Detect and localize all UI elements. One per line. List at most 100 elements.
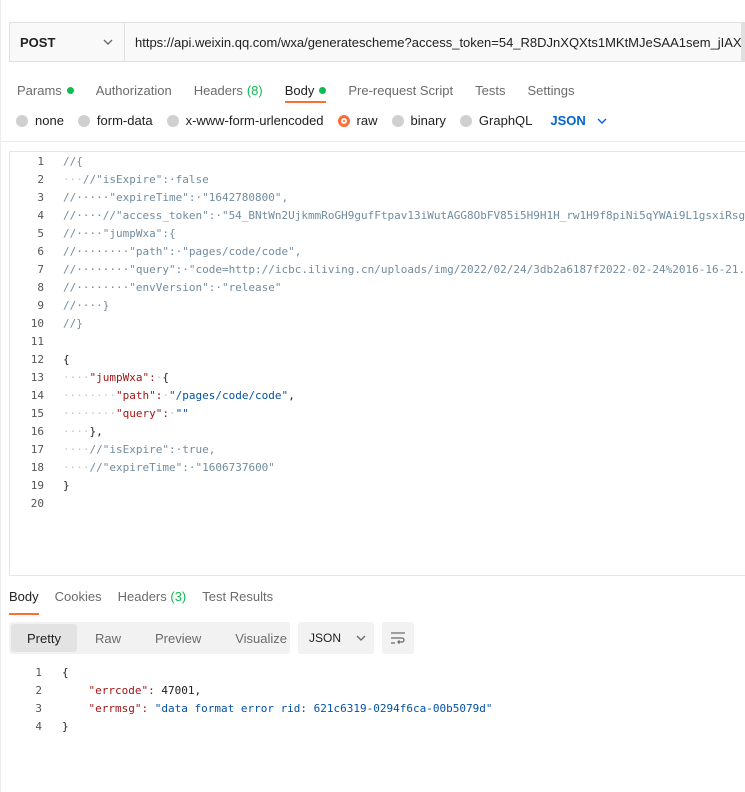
tab-authorization[interactable]: Authorization bbox=[96, 78, 172, 102]
view-visualize-button[interactable]: Visualize bbox=[219, 624, 303, 652]
method-label: POST bbox=[20, 34, 56, 50]
radio-circle bbox=[166, 114, 179, 127]
radio-label: GraphQL bbox=[478, 113, 533, 128]
line-text: ···//"isExpire":·false bbox=[63, 173, 209, 186]
line-number: 12 bbox=[30, 353, 44, 366]
radio-form-data[interactable]: form-data bbox=[77, 113, 153, 128]
tab-params[interactable]: Params bbox=[17, 78, 74, 102]
code-line[interactable]: 11 bbox=[10, 333, 745, 351]
tab-tests[interactable]: Tests bbox=[475, 78, 505, 102]
view-raw-button[interactable]: Raw bbox=[79, 624, 137, 652]
radio-raw[interactable]: raw bbox=[337, 113, 378, 128]
line-number: 4 bbox=[35, 720, 42, 733]
tab-label: Headers bbox=[193, 82, 243, 98]
code-line[interactable]: 7 //········"query":·"code=http://icbc.il… bbox=[10, 261, 745, 279]
chevron-down-icon bbox=[597, 118, 607, 124]
chevron-down-icon bbox=[103, 39, 113, 45]
code-line[interactable]: 4 //····//"access_token":·"54_BNtWn2Ujkmm… bbox=[10, 207, 745, 225]
response-format-dropdown[interactable]: JSON bbox=[298, 622, 374, 654]
response-tab-body[interactable]: Body bbox=[9, 589, 39, 615]
tab-settings[interactable]: Settings bbox=[527, 78, 574, 102]
line-number: 4 bbox=[37, 209, 44, 222]
code-line[interactable]: 5 //····"jumpWxa":{ bbox=[10, 225, 745, 243]
code-line[interactable]: 8 //········"envVersion":·"release" bbox=[10, 279, 745, 297]
tab-label: Authorization bbox=[95, 82, 172, 98]
radio-label: raw bbox=[356, 113, 378, 128]
divider bbox=[0, 141, 745, 142]
radio-x-www-form-urlencoded[interactable]: x-www-form-urlencoded bbox=[166, 113, 324, 128]
line-text: //········"query":·"code=http://icbc.ili… bbox=[63, 263, 745, 276]
line-text: //} bbox=[63, 317, 83, 330]
response-body[interactable]: 1{2 "errcode": 47001, 3 "errmsg": "data f… bbox=[0, 664, 745, 754]
request-bar: POST https://api.weixin.qq.com/wxa/gener… bbox=[9, 22, 745, 62]
line-text: } bbox=[63, 479, 70, 492]
code-line[interactable]: 1 //{ bbox=[10, 153, 745, 171]
tab-label: Settings bbox=[527, 82, 575, 98]
response-line: 4} bbox=[0, 718, 740, 736]
code-line[interactable]: 19} bbox=[10, 477, 745, 495]
line-number: 1 bbox=[35, 666, 42, 679]
line-number: 6 bbox=[37, 245, 44, 258]
radio-label: form-data bbox=[96, 113, 153, 128]
line-text: { bbox=[62, 666, 69, 679]
code-line[interactable]: 15 ········"query":·"" bbox=[10, 405, 745, 423]
body-format-dropdown[interactable]: JSON bbox=[550, 113, 607, 128]
radio-graphql[interactable]: GraphQL bbox=[459, 113, 533, 128]
tab-label: Tests bbox=[475, 82, 506, 98]
tab-headers[interactable]: Headers (8) bbox=[194, 78, 263, 102]
line-text: ········"query":·"" bbox=[63, 407, 189, 420]
line-text: "errcode": 47001, bbox=[88, 684, 202, 697]
code-line[interactable]: 2 ···//"isExpire":·false bbox=[10, 171, 745, 189]
code-line[interactable]: 13 ····"jumpWxa":·{ bbox=[10, 369, 745, 387]
format-label: JSON bbox=[309, 631, 342, 645]
method-select[interactable]: POST bbox=[10, 23, 125, 61]
wrap-lines-button[interactable] bbox=[382, 622, 414, 654]
line-number: 11 bbox=[30, 335, 44, 348]
code-editor[interactable]: 1 //{2 ···//"isExpire":·false 3 //·····"expi… bbox=[9, 151, 745, 576]
code-line[interactable]: 6 //········"path":·"pages/code/code", bbox=[10, 243, 745, 261]
line-text: //····"jumpWxa":{ bbox=[63, 227, 176, 240]
scrollbar[interactable] bbox=[741, 22, 745, 62]
tab-pre-request-script[interactable]: Pre-request Script bbox=[348, 78, 453, 102]
radio-none[interactable]: none bbox=[16, 113, 64, 128]
radio-circle bbox=[16, 114, 28, 127]
code-line[interactable]: 9 //····} bbox=[10, 297, 745, 315]
format-label: JSON bbox=[550, 113, 586, 128]
code-line[interactable]: 16 ····}, bbox=[10, 423, 745, 441]
code-line[interactable]: 10 //} bbox=[10, 315, 745, 333]
wrap-lines-icon bbox=[391, 632, 405, 644]
line-text: //········"envVersion":·"release" bbox=[63, 281, 282, 294]
line-number: 20 bbox=[30, 497, 44, 510]
tab-label: Pre-request Script bbox=[348, 82, 454, 98]
response-tab-cookies[interactable]: Cookies bbox=[55, 589, 102, 611]
response-tab-headers[interactable]: Headers (3) bbox=[118, 589, 187, 611]
tab-label: Test Results bbox=[202, 589, 274, 604]
view-preview-button[interactable]: Preview bbox=[139, 624, 217, 652]
code-line[interactable]: 18 ····//"expireTime":·"1606737600" bbox=[10, 459, 745, 477]
tab-label: Body bbox=[9, 589, 39, 604]
line-text: //·····"expireTime":·"1642780800", bbox=[63, 191, 289, 204]
code-line[interactable]: 14 ········"path":·"/pages/code/code", bbox=[10, 387, 745, 405]
code-line[interactable]: 12 { bbox=[10, 351, 745, 369]
radio-label: none bbox=[35, 113, 64, 128]
response-line: 1{ bbox=[0, 664, 740, 682]
radio-circle bbox=[459, 114, 472, 127]
line-text: //····} bbox=[63, 299, 110, 312]
line-number: 15 bbox=[30, 407, 44, 420]
radio-binary[interactable]: binary bbox=[391, 113, 446, 128]
line-text: ····}, bbox=[63, 425, 103, 438]
code-line[interactable]: 17 ····//"isExpire":·true, bbox=[10, 441, 745, 459]
line-number: 13 bbox=[30, 371, 44, 384]
tab-body[interactable]: Body bbox=[284, 78, 327, 103]
code-line[interactable]: 3 //·····"expireTime":·"1642780800", bbox=[10, 189, 745, 207]
url-input[interactable]: https://api.weixin.qq.com/wxa/generatesc… bbox=[125, 35, 745, 50]
view-pretty-button[interactable]: Pretty bbox=[11, 624, 77, 652]
code-line[interactable]: 20 bbox=[10, 495, 745, 513]
line-number: 3 bbox=[35, 702, 42, 715]
radio-circle bbox=[77, 114, 90, 127]
line-number: 1 bbox=[37, 155, 44, 168]
response-tab-test-results[interactable]: Test Results bbox=[202, 589, 273, 611]
tab-label: Headers bbox=[117, 589, 167, 604]
status-dot bbox=[319, 86, 327, 94]
line-number: 17 bbox=[30, 443, 44, 456]
